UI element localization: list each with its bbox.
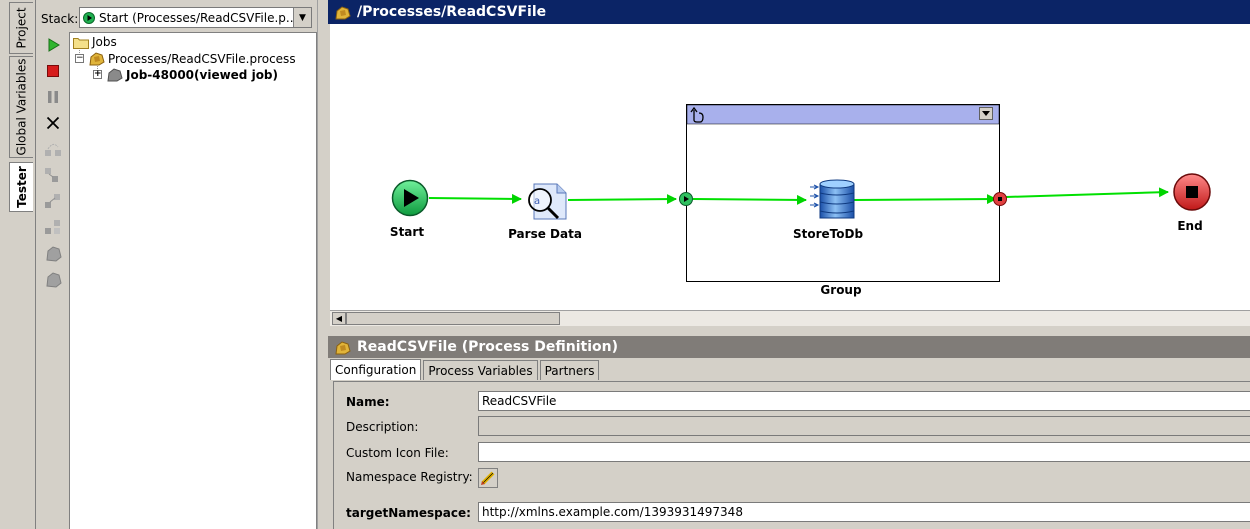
job-icon bbox=[106, 67, 123, 82]
group-start-icon bbox=[679, 192, 693, 206]
node-label-group: Group bbox=[820, 283, 862, 297]
process-canvas[interactable]: a Start Parse Data StoreToDb Group End bbox=[330, 24, 1250, 310]
tab-project-label: Project bbox=[14, 7, 29, 49]
tree-item-jobs[interactable]: Jobs bbox=[73, 35, 117, 49]
stack-dropdown[interactable]: Start (Processes/ReadCSVFile.p... ▼ bbox=[79, 7, 312, 28]
process-icon bbox=[334, 340, 351, 355]
tab-project[interactable]: Project bbox=[9, 2, 33, 54]
custom-icon-label: Custom Icon File: bbox=[346, 446, 449, 460]
namespace-registry-button[interactable] bbox=[478, 468, 498, 488]
target-namespace-label: targetNamespace: bbox=[346, 506, 471, 520]
process-diagram: a bbox=[391, 104, 1211, 282]
step-into-icon[interactable] bbox=[44, 166, 62, 184]
close-icon[interactable] bbox=[44, 114, 62, 132]
node-label-start: Start bbox=[389, 225, 425, 239]
stack-label: Stack: bbox=[41, 12, 79, 26]
start-small-icon bbox=[83, 11, 95, 24]
tab-global-variables[interactable]: Global Variables bbox=[9, 56, 33, 158]
tab-global-variables-label: Global Variables bbox=[14, 58, 29, 156]
pencil-icon bbox=[480, 470, 496, 486]
jobs-tree: Jobs − Processes/ReadCSVFile.process + J… bbox=[69, 32, 317, 529]
stop-icon[interactable] bbox=[44, 62, 62, 80]
properties-title-bar: ReadCSVFile (Process Definition) bbox=[328, 336, 1250, 358]
description-label: Description: bbox=[346, 420, 419, 434]
run-icon[interactable] bbox=[44, 36, 62, 54]
tree-item-process[interactable]: − Processes/ReadCSVFile.process bbox=[75, 51, 296, 66]
tab-process-variables[interactable]: Process Variables bbox=[423, 360, 538, 380]
custom-icon-field[interactable] bbox=[478, 442, 1250, 462]
tab-configuration[interactable]: Configuration bbox=[330, 359, 422, 380]
tree-item-job[interactable]: + Job-48000(viewed job) bbox=[93, 67, 278, 82]
tab-tester[interactable]: Tester bbox=[9, 162, 33, 212]
scrollbar-thumb[interactable] bbox=[346, 312, 560, 325]
expand-icon[interactable]: + bbox=[93, 70, 102, 79]
node-label-store-to-db: StoreToDb bbox=[792, 227, 864, 241]
name-label: Name: bbox=[346, 395, 390, 409]
name-field[interactable]: ReadCSVFile bbox=[478, 391, 1250, 411]
group-end-icon bbox=[993, 192, 1007, 206]
properties-title: ReadCSVFile (Process Definition) bbox=[357, 339, 618, 355]
canvas-title-bar: /Processes/ReadCSVFile bbox=[328, 0, 1250, 24]
horizontal-scrollbar[interactable]: ◀ bbox=[330, 310, 1250, 326]
process-icon bbox=[88, 51, 105, 66]
parse-data-icon[interactable]: a bbox=[528, 183, 567, 220]
canvas-title: /Processes/ReadCSVFile bbox=[357, 4, 547, 20]
node-label-parse-data: Parse Data bbox=[508, 227, 582, 241]
description-field[interactable] bbox=[478, 416, 1250, 436]
tree-label-jobs: Jobs bbox=[92, 35, 117, 49]
tab-tester-label: Tester bbox=[14, 166, 29, 208]
chevron-down-icon[interactable]: ▼ bbox=[293, 8, 311, 27]
collapse-icon[interactable]: − bbox=[75, 54, 84, 63]
svg-text:a: a bbox=[534, 196, 540, 207]
namespace-registry-label: Namespace Registry: bbox=[346, 470, 473, 484]
tree-label-process: Processes/ReadCSVFile.process bbox=[108, 51, 296, 66]
step-out-icon[interactable] bbox=[44, 192, 62, 210]
end-node-icon[interactable] bbox=[1173, 173, 1211, 211]
side-tab-strip: Project Global Variables Tester bbox=[0, 0, 36, 529]
pause-icon[interactable] bbox=[44, 88, 62, 106]
folder-icon bbox=[73, 36, 89, 49]
stack-value: Start (Processes/ReadCSVFile.p... bbox=[99, 10, 293, 25]
gray-process-icon[interactable] bbox=[44, 244, 62, 262]
start-node-icon[interactable] bbox=[391, 179, 429, 217]
step-back-icon[interactable] bbox=[44, 218, 62, 236]
gray-process-icon-2[interactable] bbox=[44, 270, 62, 288]
step-over-icon[interactable] bbox=[44, 140, 62, 158]
properties-tabs: Configuration Process Variables Partners bbox=[330, 359, 601, 380]
tab-partners[interactable]: Partners bbox=[539, 360, 600, 380]
target-namespace-field[interactable]: http://xmlns.example.com/1393931497348 bbox=[478, 502, 1250, 522]
pane-splitter[interactable] bbox=[317, 0, 328, 529]
process-icon bbox=[334, 5, 351, 20]
group-menu-icon[interactable] bbox=[979, 107, 993, 120]
configuration-form: Name: ReadCSVFile Description: Custom Ic… bbox=[333, 381, 1250, 529]
scroll-left-icon[interactable]: ◀ bbox=[332, 312, 346, 325]
tree-label-job: Job-48000(viewed job) bbox=[126, 67, 279, 82]
node-label-end: End bbox=[1177, 219, 1203, 233]
